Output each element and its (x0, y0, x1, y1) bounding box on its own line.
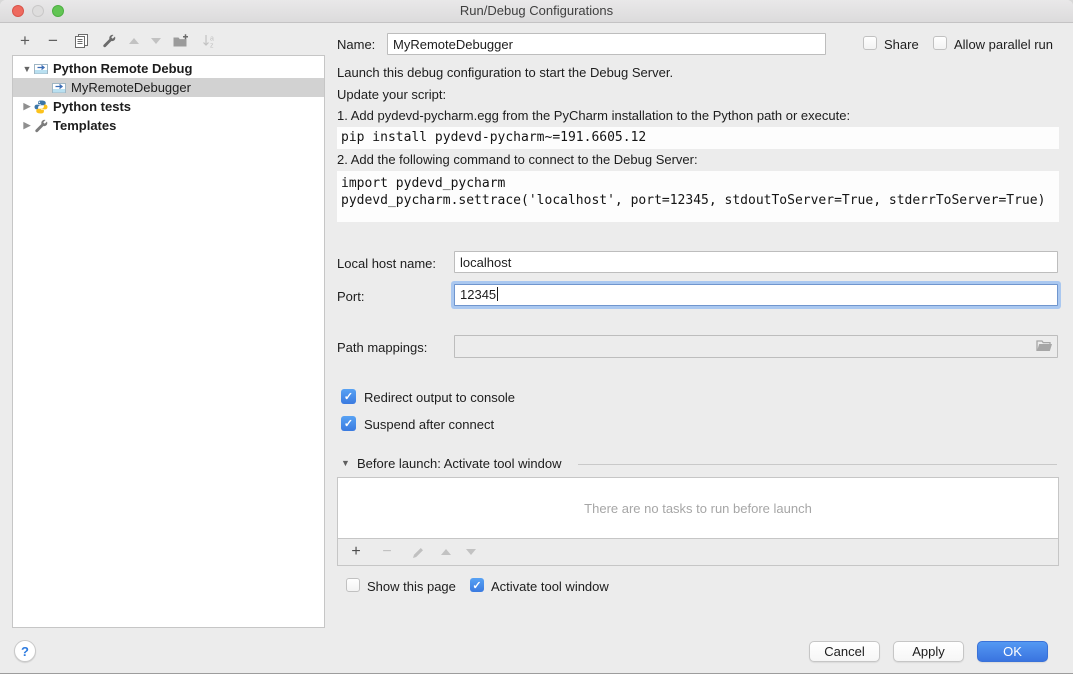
task-list-toolbar: + − (337, 538, 1059, 566)
port-value: 12345 (460, 287, 496, 302)
ok-button[interactable]: OK (977, 641, 1048, 662)
before-launch-collapse-icon[interactable]: ▼ (341, 458, 350, 468)
cancel-button[interactable]: Cancel (809, 641, 880, 662)
tree-item-label: Python tests (53, 99, 131, 114)
show-this-page-label[interactable]: Show this page (367, 579, 456, 594)
move-task-up-icon (441, 549, 451, 555)
share-label[interactable]: Share (884, 37, 919, 52)
local-host-label: Local host name: (337, 256, 436, 271)
add-configuration-icon[interactable]: + (17, 33, 33, 49)
tree-item-myremotedebugger[interactable]: MyRemoteDebugger (13, 78, 324, 97)
suspend-after-connect-checkbox[interactable]: ✓ (341, 416, 356, 431)
tree-item-python-remote-debug[interactable]: ▼ Python Remote Debug (13, 59, 324, 78)
apply-button[interactable]: Apply (893, 641, 964, 662)
check-icon: ✓ (344, 390, 353, 403)
tree-item-templates[interactable]: ▶ Templates (13, 116, 324, 135)
copy-configuration-icon[interactable] (73, 33, 89, 49)
run-debug-configurations-dialog: Run/Debug Configurations + − az ▼ Python… (0, 0, 1073, 674)
empty-task-message: There are no tasks to run before launch (584, 501, 812, 516)
port-label: Port: (337, 289, 364, 304)
remove-configuration-icon[interactable]: − (45, 33, 61, 49)
pip-command-code[interactable]: pip install pydevd-pycharm~=191.6605.12 (337, 127, 1059, 149)
new-folder-icon[interactable] (173, 33, 189, 49)
settrace-code-block[interactable]: import pydevd_pycharm pydevd_pycharm.sett… (337, 171, 1059, 222)
allow-parallel-run-label[interactable]: Allow parallel run (954, 37, 1053, 52)
remote-debug-icon (34, 63, 48, 75)
name-input[interactable] (387, 33, 826, 55)
step1-text: 1. Add pydevd-pycharm.egg from the PyCha… (337, 108, 850, 123)
browse-folder-icon[interactable] (1036, 339, 1053, 357)
name-label: Name: (337, 37, 375, 52)
before-launch-task-list[interactable]: There are no tasks to run before launch (337, 477, 1059, 539)
minimize-window-button (32, 5, 44, 17)
redirect-output-checkbox[interactable]: ✓ (341, 389, 356, 404)
templates-wrench-icon (34, 119, 48, 133)
expander-right-icon[interactable]: ▶ (20, 101, 34, 112)
close-window-button[interactable] (12, 5, 24, 17)
move-task-down-icon (466, 549, 476, 555)
path-mappings-label: Path mappings: (337, 340, 427, 355)
move-down-icon (151, 38, 161, 44)
path-mappings-input[interactable] (454, 335, 1058, 358)
before-launch-header[interactable]: Before launch: Activate tool window (357, 456, 562, 471)
sort-alphabetically-icon: az (201, 33, 217, 49)
svg-text:a: a (210, 36, 214, 43)
port-input[interactable]: 12345 (454, 284, 1058, 306)
code-line-2: pydevd_pycharm.settrace('localhost', por… (341, 193, 1045, 208)
activate-tool-window-checkbox[interactable]: ✓ (470, 578, 484, 592)
svg-text:z: z (210, 43, 214, 49)
check-icon: ✓ (344, 417, 353, 430)
edit-task-icon (410, 544, 426, 560)
configurations-toolbar: + − az (17, 31, 217, 51)
window-controls (12, 5, 64, 17)
expander-down-icon[interactable]: ▼ (20, 64, 34, 74)
title-bar[interactable]: Run/Debug Configurations (0, 0, 1073, 23)
window-title: Run/Debug Configurations (460, 3, 613, 18)
description-text: Launch this debug configuration to start… (337, 65, 673, 80)
remote-debug-icon (52, 82, 66, 94)
tree-item-label: Python Remote Debug (53, 61, 192, 76)
code-line-1: import pydevd_pycharm (341, 176, 505, 191)
remove-task-icon: − (379, 544, 395, 560)
before-launch-separator (578, 464, 1057, 465)
update-script-text: Update your script: (337, 87, 446, 102)
share-checkbox[interactable] (863, 36, 877, 50)
move-up-icon (129, 38, 139, 44)
python-icon (34, 100, 48, 114)
check-icon: ✓ (472, 579, 481, 592)
help-button[interactable]: ? (14, 640, 36, 662)
tree-item-label: Templates (53, 118, 116, 133)
redirect-output-label[interactable]: Redirect output to console (364, 390, 515, 405)
text-caret (497, 287, 498, 301)
suspend-after-connect-label[interactable]: Suspend after connect (364, 417, 494, 432)
add-task-icon[interactable]: + (348, 544, 364, 560)
activate-tool-window-label[interactable]: Activate tool window (491, 579, 609, 594)
expander-right-icon[interactable]: ▶ (20, 120, 34, 131)
configurations-tree: ▼ Python Remote Debug MyRemoteDebugger ▶… (12, 55, 325, 628)
tree-item-label: MyRemoteDebugger (71, 80, 191, 95)
tree-item-python-tests[interactable]: ▶ Python tests (13, 97, 324, 116)
edit-templates-icon[interactable] (101, 33, 117, 49)
help-question-icon: ? (21, 644, 29, 659)
step2-text: 2. Add the following command to connect … (337, 152, 698, 167)
allow-parallel-run-checkbox[interactable] (933, 36, 947, 50)
zoom-window-button[interactable] (52, 5, 64, 17)
show-this-page-checkbox[interactable] (346, 578, 360, 592)
local-host-input[interactable] (454, 251, 1058, 273)
